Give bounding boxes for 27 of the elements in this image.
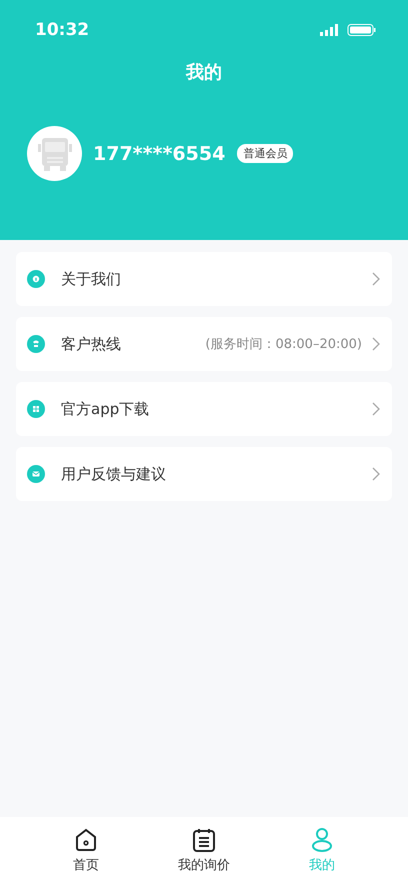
status-icons <box>320 23 378 37</box>
menu-item[interactable]: 关于我们 <box>16 252 392 306</box>
app-icon <box>27 400 45 418</box>
menu-label: 用户反馈与建议 <box>61 464 167 484</box>
menu-item[interactable]: 客户热线 (服务时间：08:00–20:00) <box>16 317 392 371</box>
info-icon <box>27 270 45 288</box>
notepad-icon <box>193 828 215 852</box>
chevron-icon <box>372 402 380 416</box>
status-time: 10:32 <box>35 20 90 40</box>
page-title: 我的 <box>186 61 222 84</box>
menu-label: 官方app下载 <box>61 400 150 418</box>
chevron-icon <box>372 272 380 286</box>
home-icon <box>76 828 96 850</box>
menu-item[interactable]: 用户反馈与建议 <box>16 447 392 501</box>
member-badge: 普通会员 <box>237 144 294 163</box>
service-hours: (服务时间：08:00–20:00) <box>205 336 362 353</box>
truck-icon <box>38 136 72 172</box>
chevron-icon <box>372 337 380 351</box>
user-phone: 177****6554 <box>93 142 226 164</box>
tab-item[interactable]: 首页 <box>27 817 145 883</box>
menu-item[interactable]: 官方app下载 <box>16 382 392 436</box>
user-icon <box>312 828 332 852</box>
menu-label: 客户热线 <box>61 334 122 354</box>
tab-item[interactable]: 我的询价 <box>145 817 263 883</box>
menu-label: 关于我们 <box>61 270 122 288</box>
mail-icon <box>27 465 45 483</box>
chevron-icon <box>372 467 380 481</box>
